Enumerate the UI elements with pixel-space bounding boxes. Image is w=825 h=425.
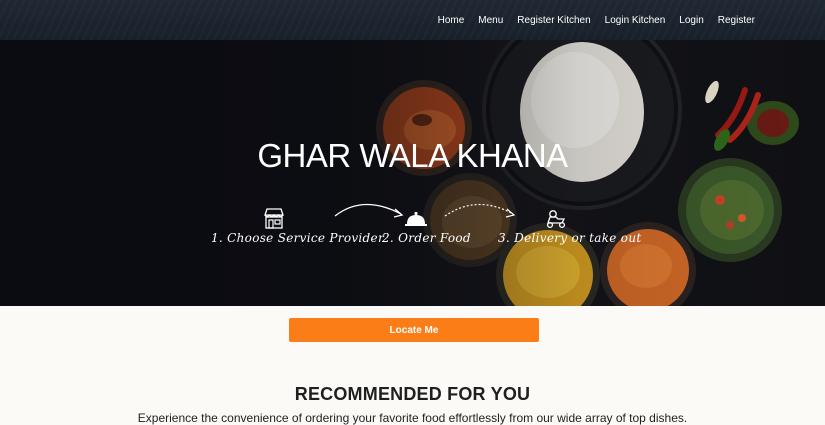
arrow-icon (334, 203, 404, 218)
nav-register-link[interactable]: Register (718, 15, 755, 26)
cloche-icon (405, 211, 427, 226)
nav-login-link[interactable]: Login (679, 15, 703, 26)
hero-title: GHAR WALA KHANA (257, 137, 568, 174)
delivery-scooter-icon (546, 210, 566, 229)
nav-home-link[interactable]: Home (438, 15, 465, 26)
arrow-icon (444, 203, 516, 218)
recommended-subtitle: Experience the convenience of ordering y… (137, 411, 688, 425)
navbar: Home Menu Register Kitchen Login Kitchen… (0, 0, 825, 40)
recommended-title: RECOMMENDED FOR YOU (294, 384, 531, 404)
step-2-label: 2. Order Food (382, 231, 471, 245)
locate-me-button[interactable]: Locate Me (289, 318, 539, 342)
hero-banner: GHAR WALA KHANA 1. Choose Service Provid… (0, 40, 825, 306)
step-1-label: 1. Choose Service Provider (211, 231, 384, 245)
nav-register-kitchen-link[interactable]: Register Kitchen (517, 15, 590, 26)
step-3-label: 3. Delivery or take out (498, 231, 642, 245)
nav-links: Home Menu Register Kitchen Login Kitchen… (438, 0, 755, 40)
nav-menu-link[interactable]: Menu (478, 15, 503, 26)
storefront-icon (264, 208, 284, 229)
nav-login-kitchen-link[interactable]: Login Kitchen (605, 15, 666, 26)
